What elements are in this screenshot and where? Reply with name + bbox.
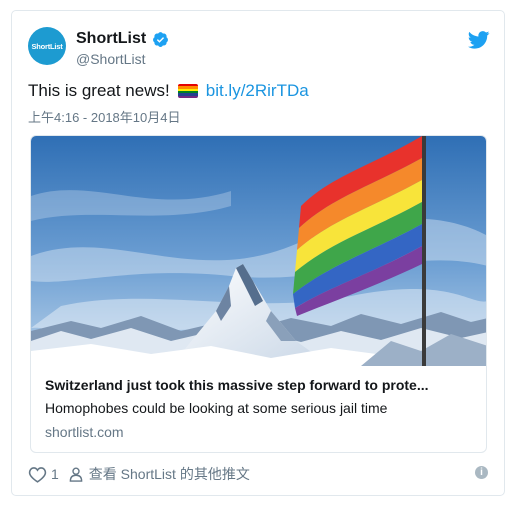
card-description: Homophobes could be looking at some seri… [45,400,388,416]
tweet-text: This is great news! bit.ly/2RirTDa [28,81,309,101]
person-icon [69,467,83,482]
heart-icon[interactable] [28,466,47,483]
author-handle[interactable]: @ShortList [76,51,145,67]
author-name-row[interactable]: ShortList [76,30,169,48]
tweet-timestamp[interactable]: 上午4:16 - 2018年10月4日 [28,107,180,126]
avatar-logo-text: ShortList [31,41,63,51]
card-title[interactable]: Switzerland just took this massive step … [45,377,475,393]
verified-badge-icon [153,31,169,47]
card-image [31,136,486,366]
card-domain: shortlist.com [45,424,124,440]
embedded-tweet: ShortList ShortList @ShortList This is g… [11,10,505,496]
like-count: 1 [51,466,59,482]
tweet-link[interactable]: bit.ly/2RirTDa [206,81,309,101]
twitter-bird-icon[interactable] [468,31,490,49]
avatar[interactable]: ShortList [28,27,66,65]
tweet-body: This is great news! [28,81,170,100]
info-icon[interactable]: i [475,466,488,479]
tweet-footer: 1 查看 ShortList 的其他推文 i [28,463,488,485]
rainbow-flag-icon [177,84,198,98]
link-preview-card[interactable]: Switzerland just took this massive step … [30,135,487,453]
view-more-tweets-link[interactable]: 查看 ShortList 的其他推文 [89,464,250,484]
author-display-name[interactable]: ShortList [76,30,146,48]
